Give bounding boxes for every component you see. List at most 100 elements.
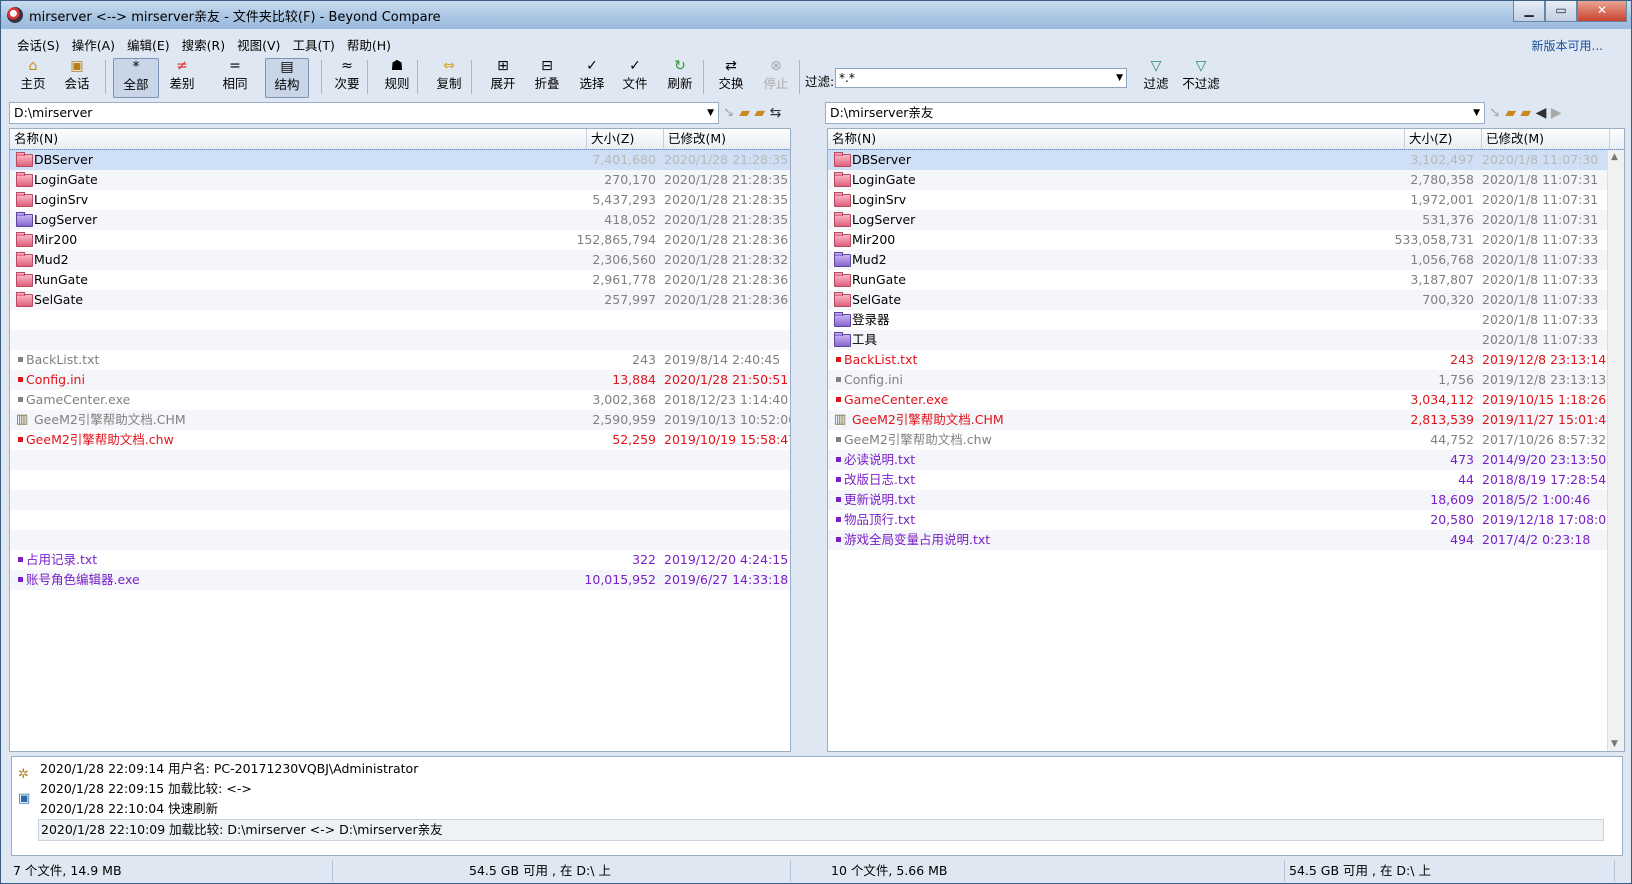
file-row[interactable]: LogServer 418,052 2020/1/28 21:28:35 (10, 210, 790, 230)
toolbar-structure-button[interactable]: ▤ 结构 (265, 58, 309, 98)
chevron-down-icon[interactable]: ▼ (1473, 103, 1480, 123)
menu-actions[interactable]: 操作(A) (66, 32, 121, 57)
toolbar-swap-button[interactable]: ⇄ 交换 (709, 58, 753, 96)
file-row[interactable]: 改版日志.txt 44 2018/8/19 17:28:54 (828, 470, 1624, 490)
file-row[interactable]: Mud2 2,306,560 2020/1/28 21:28:32 (10, 250, 790, 270)
toolbar-copy-button[interactable]: ⇔ 复制 (425, 58, 473, 96)
menu-tools[interactable]: 工具(T) (286, 32, 340, 57)
file-size: 2,813,539 (1410, 412, 1474, 427)
scroll-down-icon[interactable]: ▼ (1611, 739, 1618, 749)
file-row[interactable]: LoginSrv 1,972,001 2020/1/8 11:07:31 (828, 190, 1624, 210)
scroll-up-icon[interactable]: ▲ (1611, 152, 1618, 162)
file-row[interactable]: 账号角色编辑器.exe 10,015,952 2019/6/27 14:33:18 (10, 570, 790, 590)
toolbar-stop-button[interactable]: ⊗ 停止 (757, 58, 795, 96)
file-row[interactable]: 工具 2020/1/8 11:07:33 (828, 330, 1624, 350)
menu-session[interactable]: 会话(S) (11, 32, 66, 57)
forward-icon[interactable]: ▶ (1551, 105, 1562, 121)
right-up-folder-icon[interactable]: ▰ (1520, 105, 1531, 121)
right-scrollbar[interactable]: ▲ ▼ (1607, 150, 1624, 751)
file-row[interactable]: 登录器 2020/1/8 11:07:33 (828, 310, 1624, 330)
filter-value: *.* (839, 71, 855, 85)
toolbar-all-button[interactable]: * 全部 (113, 58, 159, 98)
file-row[interactable]: LoginSrv 5,437,293 2020/1/28 21:28:35 (10, 190, 790, 210)
file-row[interactable]: LoginGate 270,170 2020/1/28 21:28:35 (10, 170, 790, 190)
right-col-size[interactable]: 大小(Z) (1405, 129, 1482, 149)
file-row[interactable]: BackList.txt 243 2019/8/14 2:40:45 (10, 350, 790, 370)
file-row[interactable]: GeeM2引擎帮助文档.chw 44,752 2017/10/26 8:57:32 (828, 430, 1624, 450)
maximize-button[interactable]: ▭ (1545, 1, 1577, 22)
file-row[interactable]: ▥ GeeM2引擎帮助文档.CHM 2,590,959 2019/10/13 10:5… (10, 410, 790, 430)
file-row[interactable]: 占用记录.txt 322 2019/12/20 4:24:15 (10, 550, 790, 570)
file-modified: 2020/1/8 11:07:31 (1482, 212, 1599, 227)
right-forward-icon[interactable]: ➘ (1489, 105, 1501, 121)
toolbar-minor-button[interactable]: ≈ 次要 (325, 58, 369, 96)
left-file-list: DBServer 7,401,680 2020/1/28 21:28:35 Login… (10, 149, 790, 590)
left-forward-icon[interactable]: ➘ (723, 105, 735, 121)
file-row[interactable]: SelGate 700,320 2020/1/8 11:07:33 (828, 290, 1624, 310)
left-free-space: 54.5 GB 可用 , 在 D:\ 上 (465, 860, 791, 882)
folder-icon (16, 212, 33, 227)
left-col-modified[interactable]: 已修改(M) (664, 129, 790, 149)
filter-input[interactable]: *.* ▼ (835, 68, 1127, 88)
folder-icon (16, 172, 33, 187)
file-row[interactable]: GameCenter.exe 3,034,112 2019/10/15 1:18:2… (828, 390, 1624, 410)
file-row[interactable]: 物品顶行.txt 20,580 2019/12/18 17:08:09 (828, 510, 1624, 530)
file-row[interactable]: 更新说明.txt 18,609 2018/5/2 1:00:46 (828, 490, 1624, 510)
left-up-folder-icon[interactable]: ▰ (754, 105, 765, 121)
left-path-input[interactable]: D:\mirserver ▼ (9, 102, 719, 124)
toolbar-home-button[interactable]: ⌂ 主页 (13, 58, 53, 96)
file-row[interactable]: Mir200 533,058,731 2020/1/8 11:07:33 (828, 230, 1624, 250)
toolbar-refresh-button[interactable]: ↻ 刷新 (659, 58, 701, 96)
toolbar-same-button[interactable]: = 相同 (215, 58, 255, 96)
toolbar-select-button[interactable]: ✓ 选择 (571, 58, 613, 96)
left-swap-sides-icon[interactable]: ⇆ (770, 105, 782, 121)
file-row[interactable]: DBServer 7,401,680 2020/1/28 21:28:35 (10, 149, 790, 171)
file-row[interactable]: LogServer 531,376 2020/1/8 11:07:31 (828, 210, 1624, 230)
file-row[interactable]: BackList.txt 243 2019/12/8 23:13:14 (828, 350, 1624, 370)
toolbar-filter-button[interactable]: ▽ 过滤 (1139, 58, 1173, 96)
file-row[interactable]: DBServer 3,102,497 2020/1/8 11:07:30 (828, 149, 1624, 171)
all-icon: * (132, 59, 140, 75)
menu-help[interactable]: 帮助(H) (341, 32, 397, 57)
toolbar-collapse-button[interactable]: ⊟ 折叠 (525, 58, 569, 96)
menu-edit[interactable]: 编辑(E) (121, 32, 176, 57)
right-open-folder-icon[interactable]: ▰ (1505, 105, 1516, 121)
file-row[interactable]: Config.ini 13,884 2020/1/28 21:50:51 (10, 370, 790, 390)
right-col-modified[interactable]: 已修改(M) (1482, 129, 1610, 149)
close-button[interactable]: ✕ (1577, 1, 1627, 22)
menu-view[interactable]: 视图(V) (231, 32, 286, 57)
toolbar-rules-button[interactable]: ☗ 规则 (375, 58, 419, 96)
left-file-pane[interactable]: 名称(N) ^ 大小(Z) 已修改(M) DBServer 7,401,680 20… (9, 128, 791, 752)
gear-icon[interactable]: ✲ (18, 767, 29, 782)
file-row[interactable]: LoginGate 2,780,358 2020/1/8 11:07:31 (828, 170, 1624, 190)
chevron-down-icon[interactable]: ▼ (1116, 69, 1123, 87)
right-file-pane[interactable]: 名称(N) ^ 大小(Z) 已修改(M) DBServer 3,102,497 20… (827, 128, 1625, 752)
file-row[interactable]: ▥ GeeM2引擎帮助文档.CHM 2,813,539 2019/11/27 15:0… (828, 410, 1624, 430)
file-row[interactable]: Mud2 1,056,768 2020/1/8 11:07:33 (828, 250, 1624, 270)
file-row[interactable]: 必读说明.txt 473 2014/9/20 23:13:50 (828, 450, 1624, 470)
save-log-icon[interactable]: ▣ (18, 791, 30, 806)
toolbar-button-label: 主页 (20, 76, 46, 91)
file-row[interactable]: Mir200 152,865,794 2020/1/28 21:28:36 (10, 230, 790, 250)
chevron-down-icon[interactable]: ▼ (707, 103, 714, 123)
minimize-button[interactable]: ▁ (1513, 1, 1545, 22)
file-row[interactable]: 游戏全局变量占用说明.txt 494 2017/4/2 0:23:18 (828, 530, 1624, 550)
file-row[interactable]: GameCenter.exe 3,002,368 2018/12/23 1:14:4… (10, 390, 790, 410)
file-row[interactable]: RunGate 2,961,778 2020/1/28 21:28:36 (10, 270, 790, 290)
file-size: 2,590,959 (592, 412, 656, 427)
toolbar-no-filter-button[interactable]: ▽ 不过滤 (1177, 58, 1225, 96)
menu-search[interactable]: 搜索(R) (176, 32, 231, 57)
toolbar-session-button[interactable]: ▣ 会话 (57, 58, 97, 96)
toolbar-diff-button[interactable]: ≠ 差别 (161, 58, 203, 96)
right-path-input[interactable]: D:\mirserver亲友 ▼ (825, 102, 1485, 124)
left-open-folder-icon[interactable]: ▰ (739, 105, 750, 121)
new-version-link[interactable]: 新版本可用... (1526, 34, 1609, 57)
back-icon[interactable]: ◀ (1536, 105, 1547, 121)
file-row[interactable]: Config.ini 1,756 2019/12/8 23:13:13 (828, 370, 1624, 390)
file-row[interactable]: GeeM2引擎帮助文档.chw 52,259 2019/10/19 15:58:47 (10, 430, 790, 450)
file-row[interactable]: RunGate 3,187,807 2020/1/8 11:07:33 (828, 270, 1624, 290)
toolbar-expand-button[interactable]: ⊞ 展开 (481, 58, 525, 96)
toolbar-files-button[interactable]: ✓ 文件 (615, 58, 655, 96)
file-row[interactable]: SelGate 257,997 2020/1/28 21:28:36 (10, 290, 790, 310)
left-col-size[interactable]: 大小(Z) (587, 129, 664, 149)
